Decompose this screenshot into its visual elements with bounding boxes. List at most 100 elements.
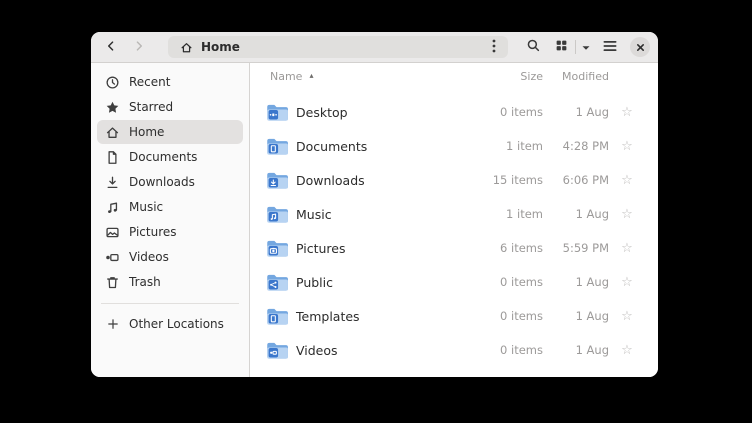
sidebar-item-starred[interactable]: Starred bbox=[97, 95, 243, 119]
list-column-headers: Name ▴ Size Modified bbox=[250, 63, 658, 89]
videos-icon bbox=[105, 250, 120, 265]
file-name: Downloads bbox=[290, 173, 453, 188]
file-size: 1 item bbox=[453, 139, 543, 153]
search-button[interactable] bbox=[521, 35, 545, 59]
hamburger-menu-icon bbox=[603, 40, 617, 55]
file-row-videos[interactable]: Videos0 items1 Aug☆ bbox=[250, 333, 658, 367]
chevron-left-icon bbox=[104, 39, 118, 56]
file-row-pictures[interactable]: Pictures6 items5:59 PM☆ bbox=[250, 231, 658, 265]
desktop-background: Home bbox=[0, 0, 752, 423]
home-icon bbox=[179, 40, 194, 55]
file-modified: 1 Aug bbox=[543, 343, 609, 357]
star-toggle-icon[interactable]: ☆ bbox=[609, 310, 645, 323]
file-size: 6 items bbox=[453, 241, 543, 255]
sidebar-item-label: Other Locations bbox=[129, 317, 224, 331]
file-modified: 1 Aug bbox=[543, 207, 609, 221]
file-name: Pictures bbox=[290, 241, 453, 256]
sidebar-item-home[interactable]: Home bbox=[97, 120, 243, 144]
file-row-downloads[interactable]: Downloads15 items6:06 PM☆ bbox=[250, 163, 658, 197]
star-toggle-icon[interactable]: ☆ bbox=[609, 344, 645, 357]
file-name: Public bbox=[290, 275, 453, 290]
star-toggle-icon[interactable]: ☆ bbox=[609, 140, 645, 153]
header-bar: Home bbox=[91, 32, 658, 63]
path-menu-button[interactable] bbox=[484, 37, 504, 57]
chevron-right-icon bbox=[132, 39, 146, 56]
file-size: 0 items bbox=[453, 275, 543, 289]
back-button[interactable] bbox=[99, 35, 123, 59]
breadcrumb-current-folder: Home bbox=[201, 41, 240, 53]
star-toggle-icon[interactable]: ☆ bbox=[609, 242, 645, 255]
sidebar-item-label: Documents bbox=[129, 150, 197, 164]
sidebar-item-music[interactable]: Music bbox=[97, 195, 243, 219]
column-header-size[interactable]: Size bbox=[453, 70, 543, 83]
sidebar-item-label: Pictures bbox=[129, 225, 177, 239]
sidebar-item-label: Videos bbox=[129, 250, 169, 264]
folder-public-icon bbox=[266, 273, 289, 292]
file-row-templates[interactable]: Templates0 items1 Aug☆ bbox=[250, 299, 658, 333]
sidebar-item-label: Starred bbox=[129, 100, 173, 114]
sidebar-item-videos[interactable]: Videos bbox=[97, 245, 243, 269]
file-name: Music bbox=[290, 207, 453, 222]
file-size: 15 items bbox=[453, 173, 543, 187]
close-button[interactable] bbox=[630, 37, 650, 57]
view-options-button[interactable] bbox=[578, 35, 594, 59]
sidebar-item-label: Downloads bbox=[129, 175, 195, 189]
music-icon bbox=[105, 200, 120, 215]
column-header-modified[interactable]: Modified bbox=[543, 70, 609, 83]
chevron-down-icon bbox=[581, 40, 591, 55]
sidebar-item-recent[interactable]: Recent bbox=[97, 70, 243, 94]
star-toggle-icon[interactable]: ☆ bbox=[609, 106, 645, 119]
file-size: 0 items bbox=[453, 105, 543, 119]
sidebar-places-list: Recent Starred Home Documents Downloads Music… bbox=[97, 70, 243, 295]
split-button-divider bbox=[575, 40, 576, 54]
star-toggle-icon[interactable]: ☆ bbox=[609, 208, 645, 221]
view-grid-button[interactable] bbox=[549, 35, 573, 59]
file-rows: Desktop0 items1 Aug☆ Documents1 item4:28… bbox=[250, 95, 658, 367]
file-row-music[interactable]: Music1 item1 Aug☆ bbox=[250, 197, 658, 231]
forward-button[interactable] bbox=[127, 35, 151, 59]
file-modified: 5:59 PM bbox=[543, 241, 609, 255]
search-icon bbox=[526, 38, 541, 56]
downloads-icon bbox=[105, 175, 120, 190]
main-menu-button[interactable] bbox=[598, 35, 622, 59]
file-name: Templates bbox=[290, 309, 453, 324]
file-modified: 1 Aug bbox=[543, 275, 609, 289]
file-list-view: Name ▴ Size Modified Desktop0 items1 Aug… bbox=[250, 63, 658, 377]
sidebar-item-documents[interactable]: Documents bbox=[97, 145, 243, 169]
file-row-desktop[interactable]: Desktop0 items1 Aug☆ bbox=[250, 95, 658, 129]
file-modified: 6:06 PM bbox=[543, 173, 609, 187]
sidebar: Recent Starred Home Documents Downloads Music… bbox=[91, 63, 250, 377]
column-name-label: Name bbox=[270, 70, 302, 83]
starred-icon bbox=[105, 100, 120, 115]
close-icon bbox=[636, 40, 645, 55]
sidebar-item-label: Recent bbox=[129, 75, 170, 89]
file-size: 1 item bbox=[453, 207, 543, 221]
folder-desktop-icon bbox=[266, 103, 289, 122]
trash-icon bbox=[105, 275, 120, 290]
file-row-public[interactable]: Public0 items1 Aug☆ bbox=[250, 265, 658, 299]
sidebar-item-downloads[interactable]: Downloads bbox=[97, 170, 243, 194]
file-name: Videos bbox=[290, 343, 453, 358]
star-toggle-icon[interactable]: ☆ bbox=[609, 276, 645, 289]
folder-templates-icon bbox=[266, 307, 289, 326]
file-modified: 4:28 PM bbox=[543, 139, 609, 153]
sidebar-item-label: Music bbox=[129, 200, 163, 214]
plus-icon bbox=[105, 317, 120, 332]
column-header-name[interactable]: Name ▴ bbox=[270, 70, 453, 83]
folder-videos-icon bbox=[266, 341, 289, 360]
sort-ascending-icon: ▴ bbox=[309, 72, 313, 80]
sidebar-item-trash[interactable]: Trash bbox=[97, 270, 243, 294]
sidebar-item-pictures[interactable]: Pictures bbox=[97, 220, 243, 244]
folder-pictures-icon bbox=[266, 239, 289, 258]
file-row-documents[interactable]: Documents1 item4:28 PM☆ bbox=[250, 129, 658, 163]
path-bar[interactable]: Home bbox=[168, 36, 508, 58]
recent-icon bbox=[105, 75, 120, 90]
folder-downloads-icon bbox=[266, 171, 289, 190]
sidebar-divider bbox=[101, 303, 239, 304]
star-toggle-icon[interactable]: ☆ bbox=[609, 174, 645, 187]
sidebar-item-other-locations[interactable]: Other Locations bbox=[97, 312, 243, 336]
files-window: Home bbox=[91, 32, 658, 377]
folder-documents-icon bbox=[266, 137, 289, 156]
file-name: Desktop bbox=[290, 105, 453, 120]
file-name: Documents bbox=[290, 139, 453, 154]
